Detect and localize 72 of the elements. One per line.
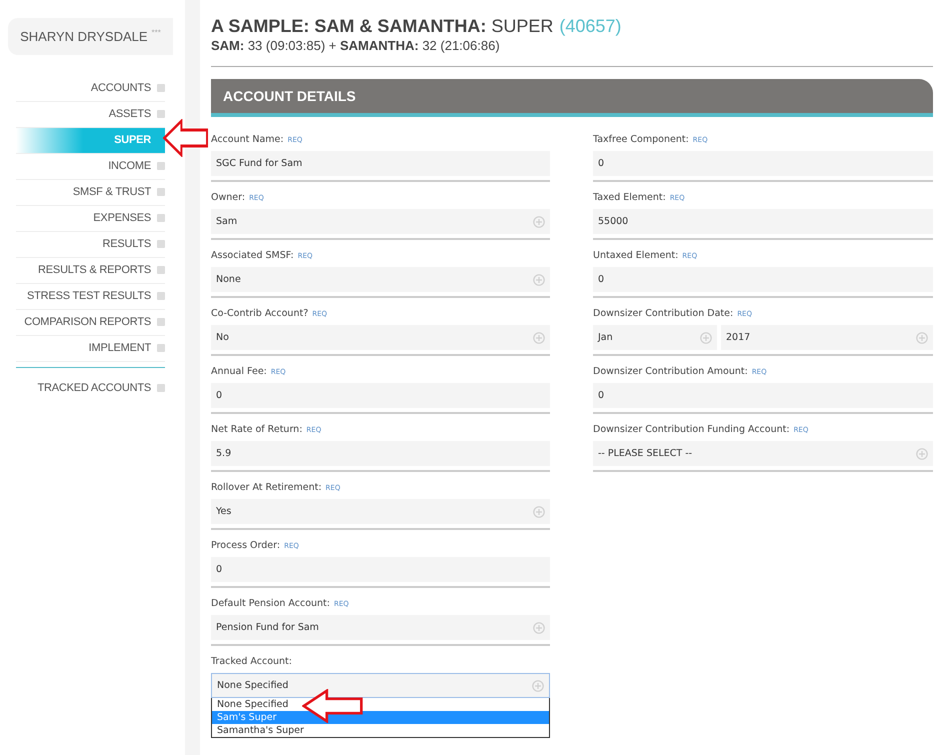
nav-item[interactable]: IMPLEMENT (16, 336, 165, 362)
panel-header: ACCOUNT DETAILS (211, 79, 933, 117)
field-label: Rollover At Retirement: (211, 482, 322, 493)
square-icon (157, 110, 165, 118)
field-label: Account Name: (211, 134, 284, 145)
square-icon (157, 266, 165, 274)
field-label: Taxfree Component: (593, 134, 689, 145)
plus-circle-icon (700, 332, 712, 344)
record-id: (40657) (559, 16, 622, 37)
select-field[interactable]: None (211, 267, 550, 292)
plus-circle-icon (532, 680, 544, 692)
square-icon (157, 318, 165, 326)
dropdown-option[interactable]: None Specified (212, 698, 549, 711)
input-field[interactable]: 0 (593, 151, 933, 176)
input-field[interactable]: 0 (593, 267, 933, 292)
user-name: SHARYN DRYSDALE (20, 29, 148, 44)
select-field[interactable]: No (211, 325, 550, 350)
nav-item[interactable]: INCOME (16, 154, 165, 180)
square-icon (157, 292, 165, 300)
plus-circle-icon (533, 274, 545, 286)
square-icon (157, 214, 165, 222)
plus-circle-icon (916, 448, 928, 460)
field-label: Net Rate of Return: (211, 424, 302, 435)
select-field[interactable]: Jan (593, 325, 717, 350)
input-field[interactable]: 55000 (593, 209, 933, 234)
square-icon (157, 84, 165, 92)
field-label: Tracked Account: (211, 656, 292, 667)
plus-circle-icon (533, 332, 545, 344)
annotation-arrow (163, 119, 209, 157)
field-label: Downsizer Contribution Amount: (593, 366, 748, 377)
plus-circle-icon (533, 622, 545, 634)
field-label: Owner: (211, 192, 246, 203)
input-field[interactable]: 0 (211, 557, 550, 582)
square-icon (157, 240, 165, 248)
plus-circle-icon (533, 506, 545, 518)
input-field[interactable]: 0 (593, 383, 933, 408)
select-field[interactable]: Yes (211, 499, 550, 524)
input-field[interactable]: 0 (211, 383, 550, 408)
nav-item[interactable]: ACCOUNTS (16, 76, 165, 102)
square-icon (157, 188, 165, 196)
select-field[interactable]: None Specified (211, 673, 550, 698)
plus-circle-icon (533, 216, 545, 228)
field-label: Taxed Element: (593, 192, 666, 203)
field-label: Downsizer Contribution Funding Account: (593, 424, 790, 435)
page-subtitle: SAM: 33 (09:03:85) + SAMANTHA: 32 (21:06:86) (211, 38, 501, 53)
dropdown-option[interactable]: Samantha's Super (212, 724, 549, 737)
nav-item[interactable]: STRESS TEST RESULTS (16, 284, 165, 310)
square-icon (157, 162, 165, 170)
square-icon (157, 344, 165, 352)
nav-item[interactable]: RESULTS (16, 232, 165, 258)
field-label: Default Pension Account: (211, 598, 330, 609)
field-label: Associated SMSF: (211, 250, 294, 261)
field-label: Untaxed Element: (593, 250, 678, 261)
select-field[interactable]: -- PLEASE SELECT -- (593, 441, 933, 466)
nav-item[interactable]: SMSF & TRUST (16, 180, 165, 206)
input-field[interactable]: SGC Fund for Sam (211, 151, 550, 176)
field-label: Annual Fee: (211, 366, 267, 377)
nav-item[interactable]: TRACKED ACCOUNTS (16, 376, 165, 401)
field-label: Process Order: (211, 540, 280, 551)
field-label: Co-Contrib Account? (211, 308, 308, 319)
user-stars: *** (152, 28, 161, 37)
select-field[interactable]: Pension Fund for Sam (211, 615, 550, 640)
select-field[interactable]: 2017 (721, 325, 933, 350)
input-field[interactable]: 5.9 (211, 441, 550, 466)
nav-item[interactable]: COMPARISON REPORTS (16, 310, 165, 336)
field-label: Downsizer Contribution Date: (593, 308, 734, 319)
plus-circle-icon (916, 332, 928, 344)
nav-item[interactable]: EXPENSES (16, 206, 165, 232)
select-field[interactable]: Sam (211, 209, 550, 234)
nav-item[interactable]: RESULTS & REPORTS (16, 258, 165, 284)
square-icon (157, 384, 165, 392)
page-title: A SAMPLE: SAM & SAMANTHA: SUPER (211, 16, 554, 37)
